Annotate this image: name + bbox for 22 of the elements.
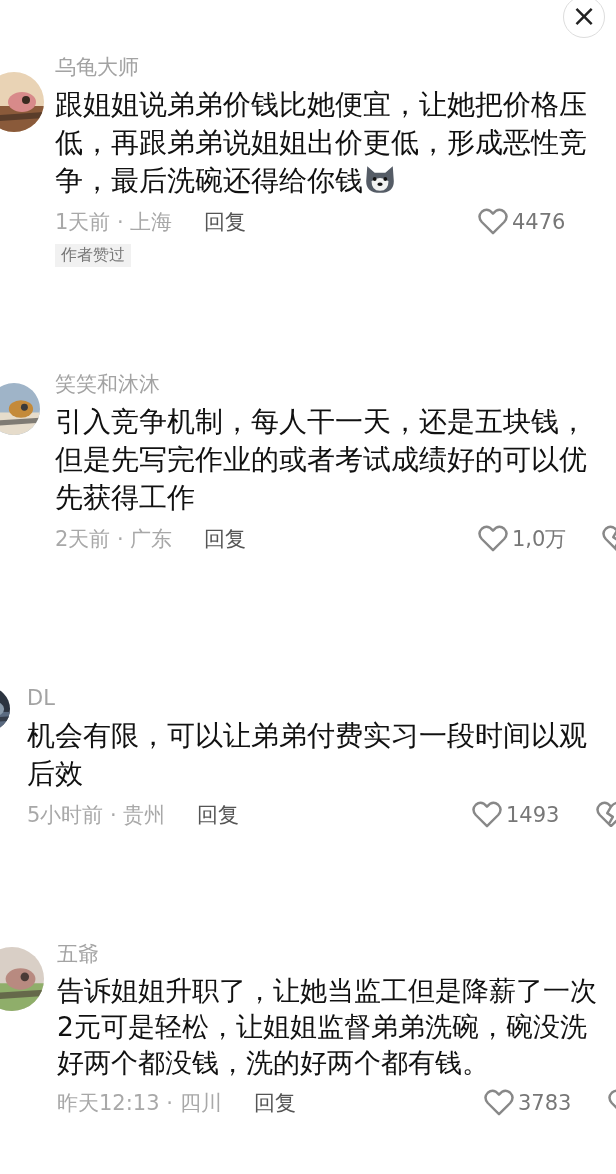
comment-time: 昨天12:13 · 四川 [57,1090,222,1117]
comment-text: 告诉姐姐升职了，让她当监工但是降薪了一次2元可是轻松，让姐姐监督弟弟洗碗，碗没洗好两个都没钱，洗的好两个都有钱。 [57,974,598,1080]
comment-text: 引入竞争机制，每人干一天，还是五块钱，但是先写完作业的或者考试成绩好的可以优先获得工作 [55,404,588,516]
like-icon[interactable] [472,801,502,829]
reply-button[interactable]: 回复 [204,525,247,553]
author-liked-badge: 作者赞过 [55,244,131,267]
like-icon[interactable] [484,1089,514,1117]
comment-text: 跟姐姐说弟弟价钱比她便宜，让她把价格压低，再跟弟弟说姐姐出价更低，形成恶性竞争，最后洗碗还得给你钱 [55,87,588,199]
like-icon[interactable] [478,525,508,553]
comment-time: 2天前 · 广东 [55,526,173,553]
reply-button[interactable]: 回复 [253,1089,296,1117]
comment-time: 1天前 · 上海 [55,209,173,236]
comment-text: 机会有限，可以让弟弟付费实习一段时间以观后效 [27,718,588,792]
like-count: 3783 [518,1091,573,1115]
comment-time: 5小时前 · 贵州 [27,802,166,829]
like-count: 1493 [506,803,561,827]
reply-button[interactable]: 回复 [197,801,240,829]
like-count: 4476 [512,210,567,234]
reply-button[interactable]: 回复 [204,208,247,236]
close-button[interactable]: × [563,0,605,38]
like-count: 1,0万 [512,526,568,553]
like-icon[interactable] [478,208,508,236]
